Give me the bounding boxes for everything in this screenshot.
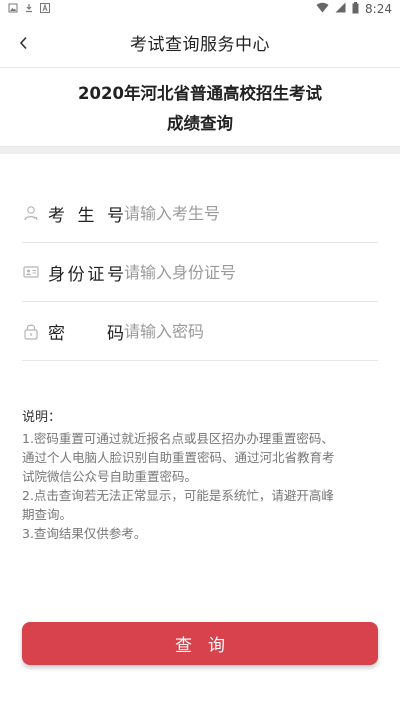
- lock-icon: [22, 322, 40, 340]
- query-form: 考生号 身份证号 密码: [22, 184, 378, 361]
- status-left: [8, 2, 50, 16]
- id-number-input[interactable]: [124, 252, 378, 292]
- notes-section: 说明： 1.密码重置可通过就近报名点或县区招办办理重置密码、 通过个人电脑人脸识…: [22, 406, 378, 543]
- status-time: 8:24: [365, 2, 392, 16]
- notes-line: 期查询。: [22, 507, 73, 522]
- person-icon: [22, 204, 40, 222]
- wifi-icon: [316, 2, 329, 16]
- id-card-icon: [22, 263, 40, 281]
- header-divider: [0, 146, 400, 154]
- exam-title-line1: 2020年河北省普通高校招生考试: [78, 84, 322, 103]
- status-bar: 8:24: [0, 0, 400, 18]
- notes-line: 通过个人电脑人脸识别自助重置密码、通过河北省教育考: [22, 450, 335, 465]
- battery-icon: [352, 1, 359, 17]
- id-number-row: 身份证号: [22, 243, 378, 302]
- image-notification-icon: [8, 3, 18, 16]
- back-button[interactable]: [12, 31, 36, 55]
- password-input[interactable]: [124, 311, 378, 351]
- download-notification-icon: [24, 3, 34, 16]
- notes-line: 试院微信公众号自助重置密码。: [22, 469, 198, 484]
- exam-title-line2: 成绩查询: [167, 114, 233, 133]
- status-right: 8:24: [316, 1, 392, 17]
- a-notification-icon: [40, 2, 50, 16]
- exam-number-label: 考生号: [48, 205, 124, 226]
- password-row: 密码: [22, 302, 378, 361]
- exam-number-row: 考生号: [22, 184, 378, 243]
- notes-line: 3.查询结果仅供参考。: [22, 526, 147, 541]
- chevron-left-icon: [19, 36, 27, 50]
- exam-header: 2020年河北省普通高校招生考试 成绩查询: [0, 68, 400, 146]
- notes-line: 1.密码重置可通过就近报名点或县区招办办理重置密码、: [22, 431, 334, 446]
- exam-number-input[interactable]: [124, 193, 378, 233]
- notes-title: 说明：: [22, 410, 62, 425]
- nav-bar: 考试查询服务中心: [0, 18, 400, 68]
- query-button[interactable]: 查询: [22, 622, 378, 665]
- password-label: 密码: [48, 323, 124, 344]
- signal-icon: [335, 2, 346, 16]
- notes-line: 2.点击查询若无法正常显示，可能是系统忙，请避开高峰: [22, 488, 334, 503]
- id-number-label: 身份证号: [48, 264, 124, 285]
- page-title: 考试查询服务中心: [130, 35, 270, 55]
